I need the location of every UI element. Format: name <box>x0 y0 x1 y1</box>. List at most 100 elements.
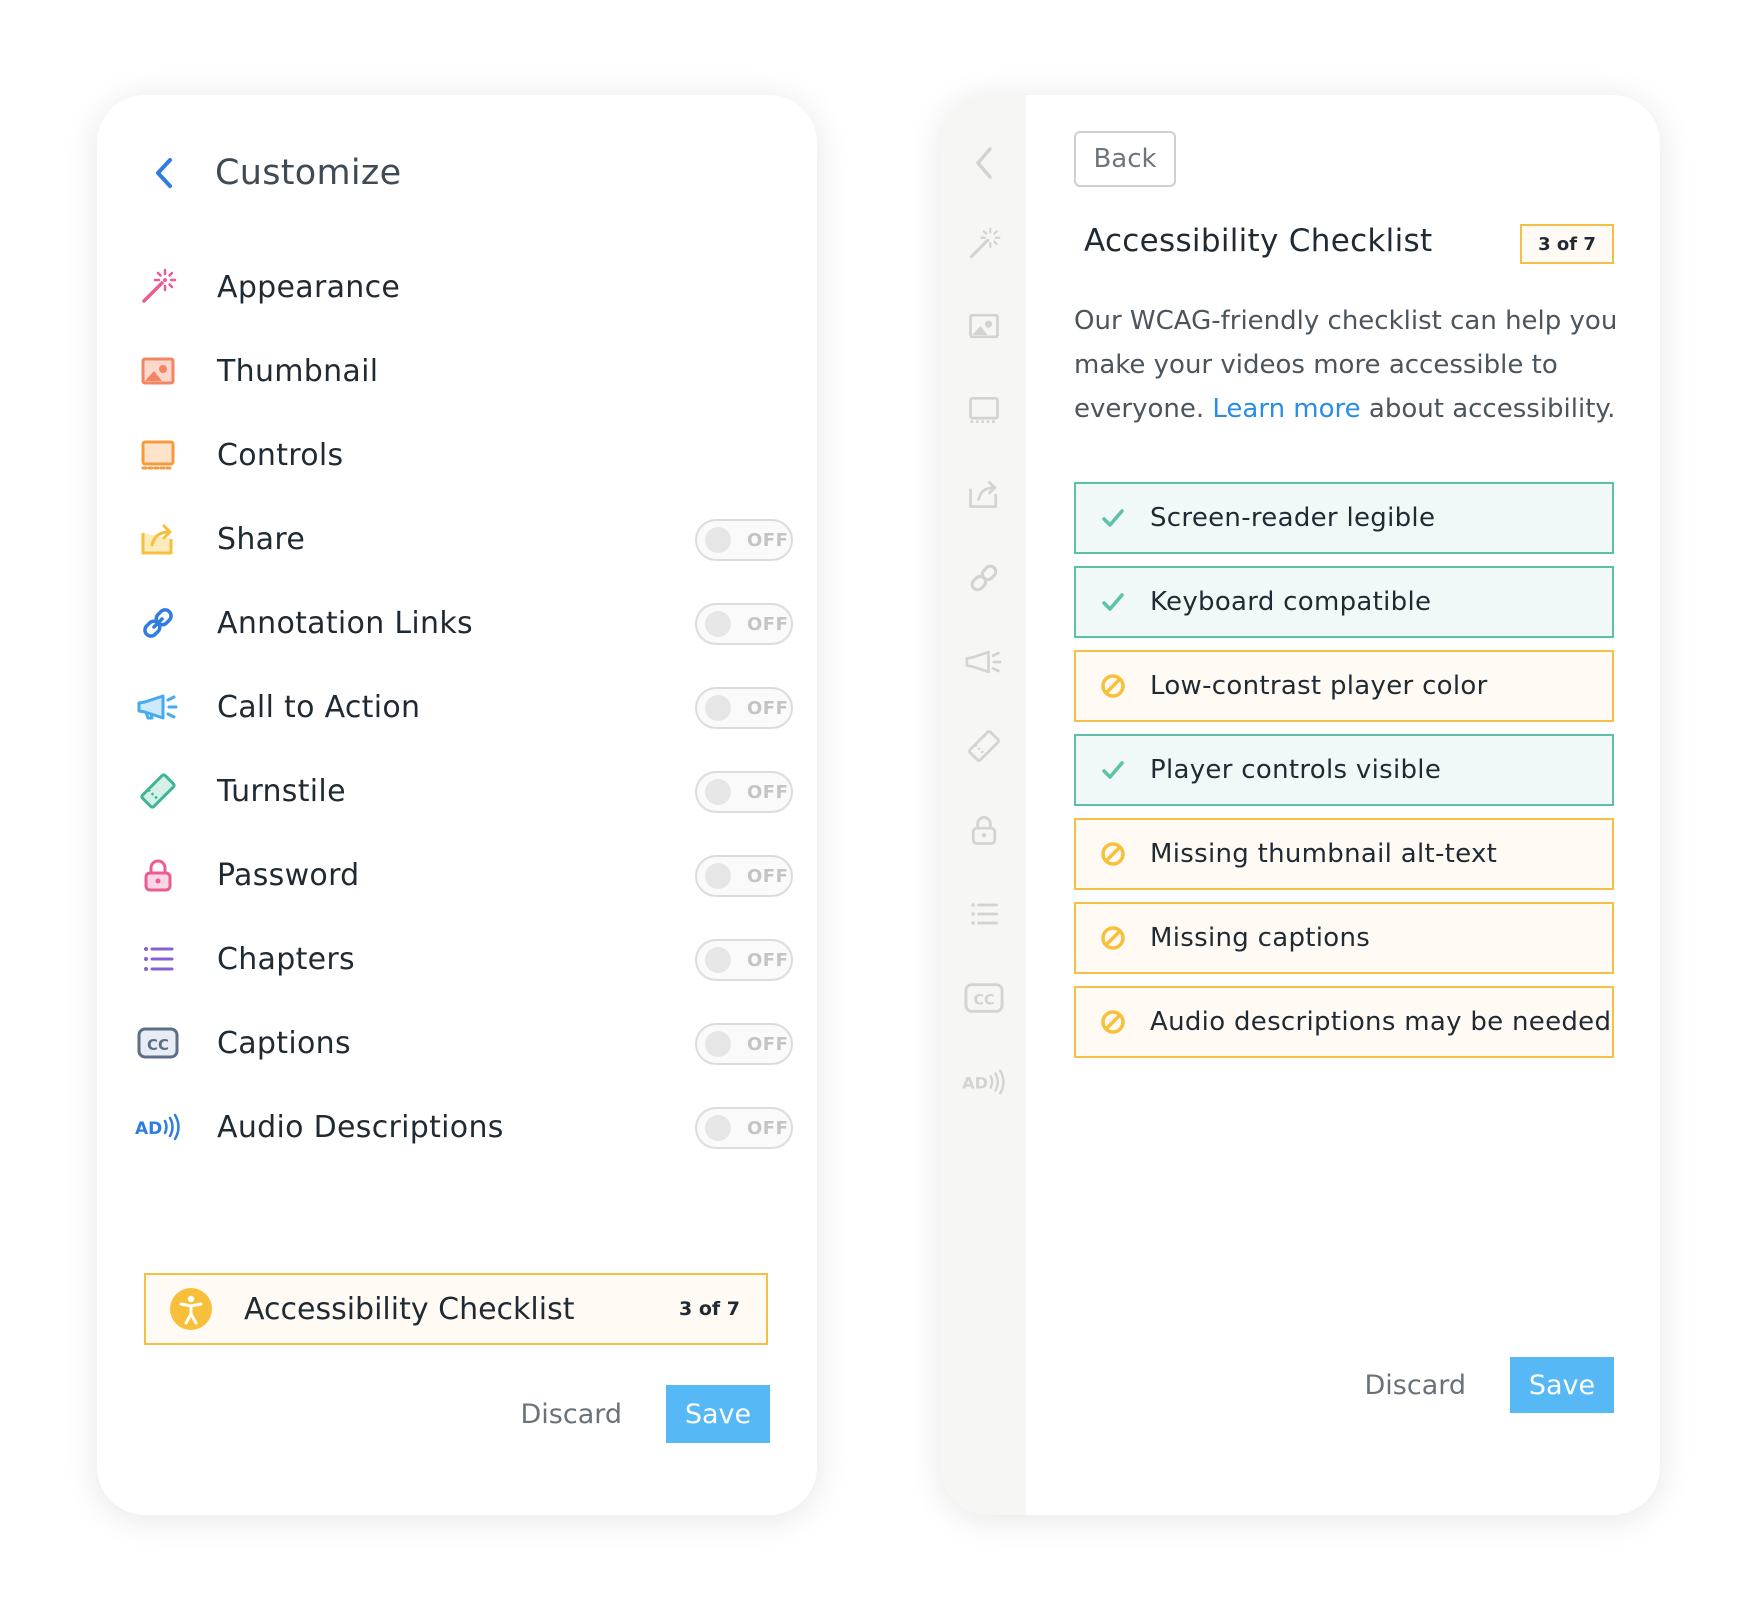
audio-descriptions-toggle[interactable]: OFF <box>695 1107 793 1149</box>
warning-prohibited-icon <box>1098 1007 1128 1037</box>
warning-prohibited-icon <box>1098 839 1128 869</box>
customize-panel: Customize Appearance Thumbnail Controls … <box>97 95 817 1515</box>
toggle-state: OFF <box>747 529 789 551</box>
menu-label: Chapters <box>217 941 355 977</box>
list-icon <box>133 934 183 984</box>
call-to-action-toggle[interactable]: OFF <box>695 687 793 729</box>
toggle-state: OFF <box>747 1033 789 1055</box>
toggle-knob <box>705 779 731 805</box>
menu-label: Password <box>217 857 360 893</box>
save-button[interactable]: Save <box>1510 1357 1614 1413</box>
menu-item-controls[interactable]: Controls <box>133 413 793 497</box>
check-label: Player controls visible <box>1150 755 1442 785</box>
share-icon <box>133 514 183 564</box>
megaphone-icon <box>133 682 183 732</box>
magic-wand-icon <box>133 262 183 312</box>
chapters-toggle[interactable]: OFF <box>695 939 793 981</box>
toggle-state: OFF <box>747 865 789 887</box>
back-chevron-icon[interactable] <box>959 138 1009 188</box>
checklist-label: Accessibility Checklist <box>244 1291 575 1327</box>
megaphone-icon[interactable] <box>959 637 1009 687</box>
check-item-low-contrast[interactable]: Low-contrast player color <box>1074 650 1614 722</box>
toggle-knob <box>705 695 731 721</box>
warning-prohibited-icon <box>1098 923 1128 953</box>
check-label: Missing thumbnail alt-text <box>1150 839 1498 869</box>
menu-label: Turnstile <box>217 773 346 809</box>
audio-description-icon[interactable]: AD <box>959 1057 1009 1107</box>
annotation-links-toggle[interactable]: OFF <box>695 603 793 645</box>
discard-button[interactable]: Discard <box>1364 1370 1466 1401</box>
menu-item-password[interactable]: Password OFF <box>133 833 793 917</box>
checkmark-icon <box>1098 587 1128 617</box>
closed-captions-icon[interactable]: CC <box>959 973 1009 1023</box>
customize-header: Customize <box>149 153 401 193</box>
accessibility-icon <box>170 1288 212 1330</box>
captions-toggle[interactable]: OFF <box>695 1023 793 1065</box>
check-item-thumbnail-alt[interactable]: Missing thumbnail alt-text <box>1074 818 1614 890</box>
toggle-state: OFF <box>747 781 789 803</box>
checklist-footer: Discard Save <box>1364 1357 1614 1413</box>
menu-item-call-to-action[interactable]: Call to Action OFF <box>133 665 793 749</box>
save-button[interactable]: Save <box>666 1385 770 1443</box>
page-title: Customize <box>215 153 402 193</box>
toggle-state: OFF <box>747 613 789 635</box>
monitor-icon[interactable] <box>959 385 1009 435</box>
description-text-end: about accessibility. <box>1360 394 1616 424</box>
magic-wand-icon[interactable] <box>959 219 1009 269</box>
toggle-state: OFF <box>747 949 789 971</box>
toggle-knob <box>705 527 731 553</box>
check-item-screen-reader[interactable]: Screen-reader legible <box>1074 482 1614 554</box>
menu-item-chapters[interactable]: Chapters OFF <box>133 917 793 1001</box>
lock-icon[interactable] <box>959 805 1009 855</box>
checkmark-icon <box>1098 755 1128 785</box>
discard-button[interactable]: Discard <box>520 1399 622 1430</box>
toggle-knob <box>705 863 731 889</box>
toggle-state: OFF <box>747 697 789 719</box>
share-toggle[interactable]: OFF <box>695 519 793 561</box>
check-item-player-controls[interactable]: Player controls visible <box>1074 734 1614 806</box>
checklist-main: Back Accessibility Checklist 3 of 7 Our … <box>1026 95 1660 1515</box>
menu-item-thumbnail[interactable]: Thumbnail <box>133 329 793 413</box>
learn-more-link[interactable]: Learn more <box>1212 394 1360 424</box>
image-icon <box>133 346 183 396</box>
checklist-items: Screen-reader legible Keyboard compatibl… <box>1074 482 1614 1070</box>
menu-item-captions[interactable]: CC Captions OFF <box>133 1001 793 1085</box>
ticket-icon[interactable] <box>959 721 1009 771</box>
check-item-audio-descriptions[interactable]: Audio descriptions may be needed <box>1074 986 1614 1058</box>
menu-item-turnstile[interactable]: Turnstile OFF <box>133 749 793 833</box>
checklist-description: Our WCAG-friendly checklist can help you… <box>1074 299 1634 431</box>
link-icon[interactable] <box>959 553 1009 603</box>
list-icon[interactable] <box>959 889 1009 939</box>
password-toggle[interactable]: OFF <box>695 855 793 897</box>
lock-icon <box>133 850 183 900</box>
menu-label: Thumbnail <box>217 353 379 389</box>
monitor-icon <box>133 430 183 480</box>
menu-item-audio-descriptions[interactable]: AD Audio Descriptions OFF <box>133 1085 793 1169</box>
menu-label: Controls <box>217 437 344 473</box>
check-item-captions[interactable]: Missing captions <box>1074 902 1614 974</box>
warning-prohibited-icon <box>1098 671 1128 701</box>
checklist-count: 3 of 7 <box>679 1298 740 1320</box>
back-button[interactable]: Back <box>1074 131 1176 187</box>
accessibility-checklist-button[interactable]: Accessibility Checklist 3 of 7 <box>144 1273 768 1345</box>
turnstile-toggle[interactable]: OFF <box>695 771 793 813</box>
menu-label: Audio Descriptions <box>217 1109 504 1145</box>
checklist-count-badge: 3 of 7 <box>1520 224 1614 264</box>
svg-text:CC: CC <box>147 1036 169 1054</box>
menu-item-appearance[interactable]: Appearance <box>133 245 793 329</box>
svg-text:AD: AD <box>962 1074 988 1093</box>
menu-label: Appearance <box>217 269 401 305</box>
share-icon[interactable] <box>959 469 1009 519</box>
menu-label: Captions <box>217 1025 351 1061</box>
back-chevron-icon[interactable] <box>149 153 179 193</box>
check-label: Audio descriptions may be needed <box>1150 1007 1612 1037</box>
check-item-keyboard[interactable]: Keyboard compatible <box>1074 566 1614 638</box>
menu-label: Share <box>217 521 306 557</box>
image-icon[interactable] <box>959 301 1009 351</box>
menu-item-annotation-links[interactable]: Annotation Links OFF <box>133 581 793 665</box>
accessibility-panel: CC AD Back Accessibility Checklist 3 of … <box>941 95 1660 1515</box>
toggle-knob <box>705 947 731 973</box>
menu-item-share[interactable]: Share OFF <box>133 497 793 581</box>
menu-label: Annotation Links <box>217 605 473 641</box>
menu-label: Call to Action <box>217 689 421 725</box>
